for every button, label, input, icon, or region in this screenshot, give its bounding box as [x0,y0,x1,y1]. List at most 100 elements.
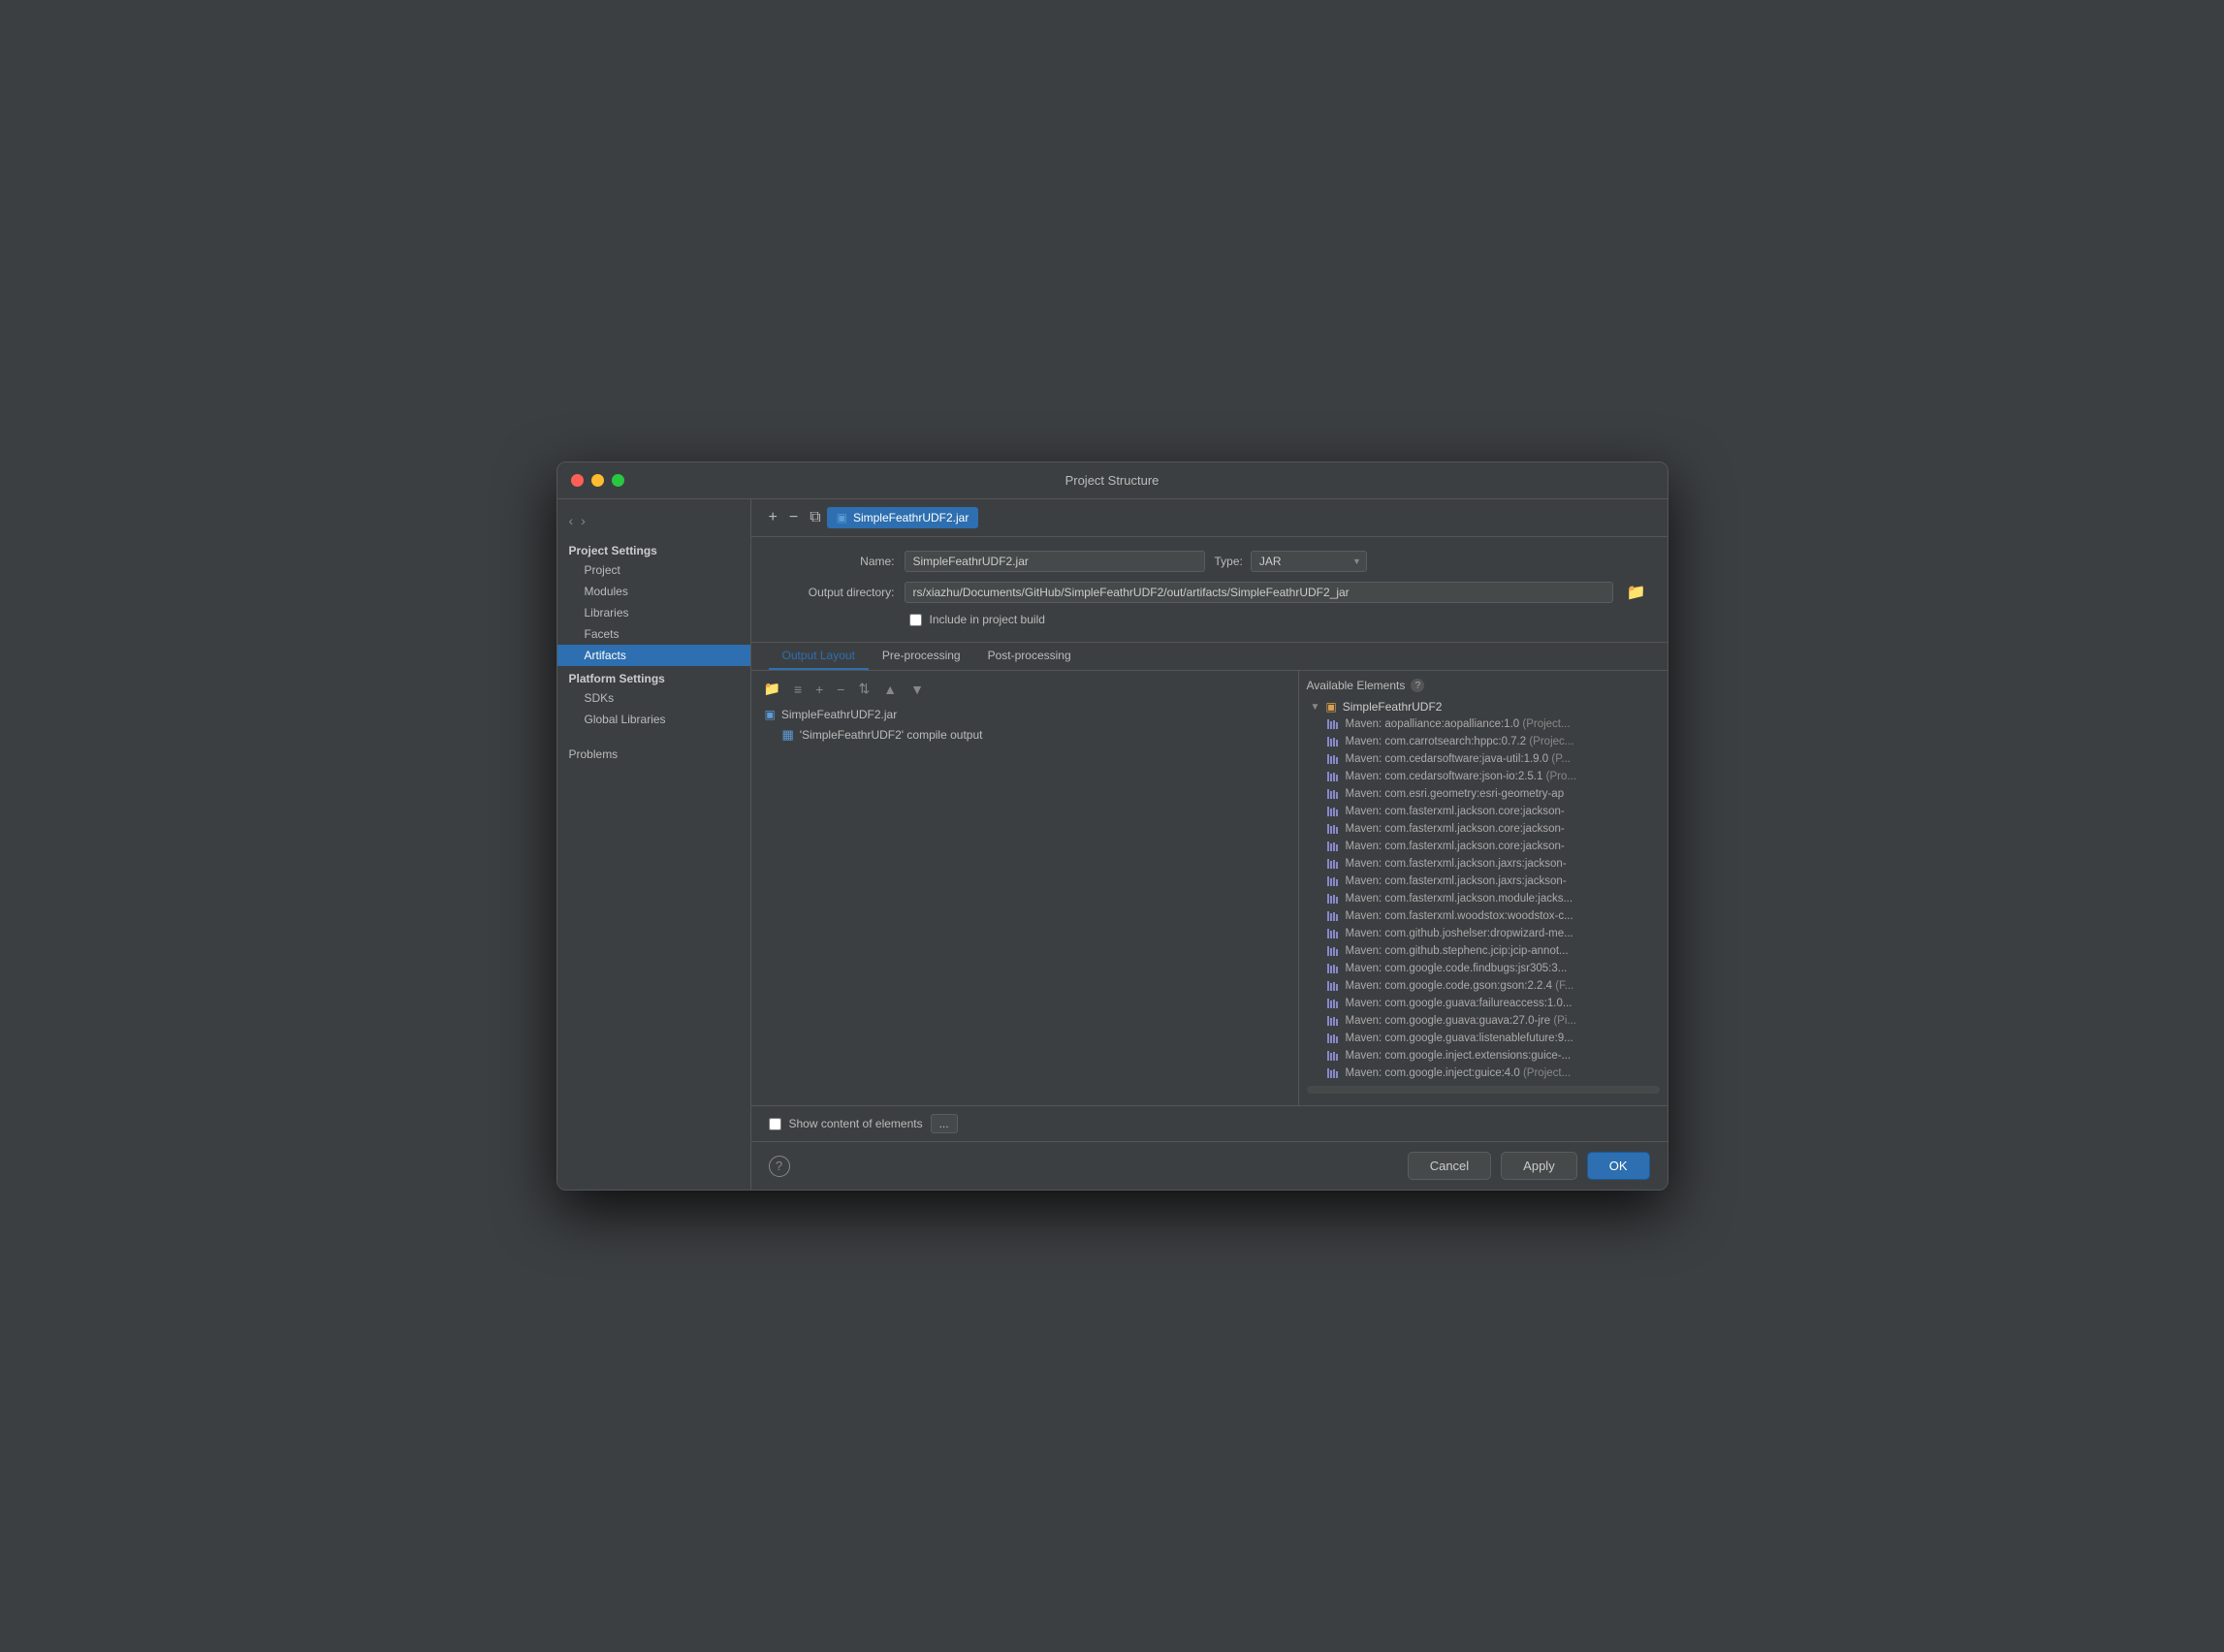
type-select[interactable]: JAR [1251,551,1367,572]
tree-folder-btn[interactable]: 📁 [759,679,785,699]
available-section: ▼ ▣ SimpleFeathrUDF2 Maven: aopalliance:… [1307,698,1660,1082]
minimize-button[interactable] [591,474,604,487]
available-item[interactable]: Maven: aopalliance:aopalliance:1.0 (Proj… [1307,715,1660,733]
cancel-button[interactable]: Cancel [1408,1152,1491,1180]
tree-sort-btn[interactable]: ⇅ [853,679,874,699]
available-item[interactable]: Maven: com.google.inject.extensions:guic… [1307,1047,1660,1064]
available-item[interactable]: Maven: com.fasterxml.woodstox:woodstox-c… [1307,907,1660,925]
maximize-button[interactable] [612,474,624,487]
available-item[interactable]: Maven: com.fasterxml.jackson.module:jack… [1307,890,1660,907]
include-checkbox[interactable] [909,614,922,626]
type-select-wrapper: JAR [1251,551,1367,572]
tab-output-layout[interactable]: Output Layout [769,643,869,670]
available-item[interactable]: Maven: com.carrotsearch:hppc:0.7.2 (Proj… [1307,733,1660,750]
tree-toolbar: 📁 ≡ + − ⇅ ▲ ▼ [759,679,1290,699]
nav-row: ‹ › [557,509,750,532]
form-area: Name: Type: JAR Output directory: [751,537,1668,643]
available-item[interactable]: Maven: com.cedarsoftware:java-util:1.9.0… [1307,750,1660,768]
name-input[interactable] [905,551,1205,572]
back-arrow-icon[interactable]: ‹ [569,513,574,528]
bottom-bar: Show content of elements ... [751,1105,1668,1141]
remove-artifact-button[interactable]: − [783,507,804,528]
available-item[interactable]: Maven: com.github.joshelser:dropwizard-m… [1307,925,1660,942]
include-row: Include in project build [769,613,1650,626]
available-item[interactable]: Maven: com.google.code.gson:gson:2.2.4 (… [1307,977,1660,995]
available-elements-header: Available Elements ? [1307,679,1660,692]
sidebar-item-project[interactable]: Project [557,559,750,581]
help-button[interactable]: ? [769,1156,790,1177]
type-label: Type: [1215,555,1243,568]
output-row: Output directory: 📁 [769,582,1650,603]
forward-arrow-icon[interactable]: › [581,513,586,528]
sidebar-item-sdks[interactable]: SDKs [557,687,750,709]
available-item[interactable]: Maven: com.google.guava:listenablefuture… [1307,1030,1660,1047]
available-item[interactable]: Maven: com.google.guava:guava:27.0-jre (… [1307,1012,1660,1030]
horizontal-scrollbar[interactable] [1307,1086,1660,1094]
browse-folder-button[interactable]: 📁 [1623,583,1650,602]
sidebar-item-libraries[interactable]: Libraries [557,602,750,623]
available-elements-title: Available Elements [1307,679,1406,692]
main-content: ‹ › Project Settings Project Modules Lib… [557,499,1668,1190]
available-item[interactable]: Maven: com.google.inject:guice:4.0 (Proj… [1307,1064,1660,1082]
dots-button[interactable]: ... [931,1114,958,1133]
sidebar: ‹ › Project Settings Project Modules Lib… [557,499,751,1190]
tabs-row: Output Layout Pre-processing Post-proces… [751,643,1668,671]
close-button[interactable] [571,474,584,487]
tree-child-item[interactable]: ▦ 'SimpleFeathrUDF2' compile output [759,724,1290,746]
output-path-input[interactable] [905,582,1613,603]
chevron-down-icon: ▼ [1311,702,1320,713]
tree-add-btn[interactable]: + [810,680,828,699]
tree-up-btn[interactable]: ▲ [878,680,902,699]
available-section-header[interactable]: ▼ ▣ SimpleFeathrUDF2 [1307,698,1660,715]
sidebar-item-modules[interactable]: Modules [557,581,750,602]
module-folder-icon: ▣ [1325,700,1336,714]
show-content-row: Show content of elements ... [769,1114,958,1133]
jar-icon: ▣ [837,511,847,524]
tab-post-processing[interactable]: Post-processing [974,643,1085,670]
available-item[interactable]: Maven: com.fasterxml.jackson.jaxrs:jacks… [1307,873,1660,890]
footer-buttons: Cancel Apply OK [1408,1152,1650,1180]
available-item[interactable]: Maven: com.fasterxml.jackson.jaxrs:jacks… [1307,855,1660,873]
available-item[interactable]: Maven: com.github.stephenc.jcip:jcip-ann… [1307,942,1660,960]
left-tree-panel: 📁 ≡ + − ⇅ ▲ ▼ ▣ SimpleFeathrUDF2.jar ▦ [751,671,1299,1105]
show-content-label: Show content of elements [789,1117,923,1130]
tree-root-label: SimpleFeathrUDF2.jar [781,708,897,721]
output-label: Output directory: [769,586,895,599]
include-label: Include in project build [930,613,1045,626]
sidebar-item-artifacts[interactable]: Artifacts [557,645,750,666]
sidebar-item-facets[interactable]: Facets [557,623,750,645]
tree-bars-btn[interactable]: ≡ [789,680,807,699]
ok-button[interactable]: OK [1587,1152,1650,1180]
available-item[interactable]: Maven: com.fasterxml.jackson.core:jackso… [1307,838,1660,855]
name-label: Name: [769,555,895,568]
sidebar-item-global-libraries[interactable]: Global Libraries [557,709,750,730]
sidebar-item-problems[interactable]: Problems [557,744,750,765]
tab-pre-processing[interactable]: Pre-processing [869,643,974,670]
tree-remove-btn[interactable]: − [832,680,849,699]
section-name: SimpleFeathrUDF2 [1343,700,1443,714]
copy-artifact-button[interactable]: ⧉ [804,507,826,528]
module-output-icon: ▦ [782,727,794,743]
tree-down-btn[interactable]: ▼ [905,680,929,699]
help-available-icon: ? [1411,679,1424,692]
name-row: Name: Type: JAR [769,551,1650,572]
artifact-name: SimpleFeathrUDF2.jar [853,511,969,524]
apply-button[interactable]: Apply [1501,1152,1577,1180]
available-items-list: Maven: aopalliance:aopalliance:1.0 (Proj… [1307,715,1660,1082]
available-item[interactable]: Maven: com.cedarsoftware:json-io:2.5.1 (… [1307,768,1660,785]
available-item[interactable]: Maven: com.fasterxml.jackson.core:jackso… [1307,820,1660,838]
type-wrapper: Type: JAR [1215,551,1367,572]
tree-root-item[interactable]: ▣ SimpleFeathrUDF2.jar [759,705,1290,724]
available-elements-panel: Available Elements ? ▼ ▣ SimpleFeathrUDF… [1299,671,1668,1105]
project-settings-section: Project Settings [557,538,750,559]
jar-tree-icon: ▣ [765,708,776,721]
artifact-selected-item[interactable]: ▣ SimpleFeathrUDF2.jar [827,507,979,528]
show-content-checkbox[interactable] [769,1118,781,1130]
available-item[interactable]: Maven: com.google.code.findbugs:jsr305:3… [1307,960,1660,977]
available-item[interactable]: Maven: com.fasterxml.jackson.core:jackso… [1307,803,1660,820]
available-item[interactable]: Maven: com.google.guava:failureaccess:1.… [1307,995,1660,1012]
add-artifact-button[interactable]: + [763,507,783,528]
platform-settings-section: Platform Settings [557,666,750,687]
available-item[interactable]: Maven: com.esri.geometry:esri-geometry-a… [1307,785,1660,803]
titlebar: Project Structure [557,462,1668,499]
